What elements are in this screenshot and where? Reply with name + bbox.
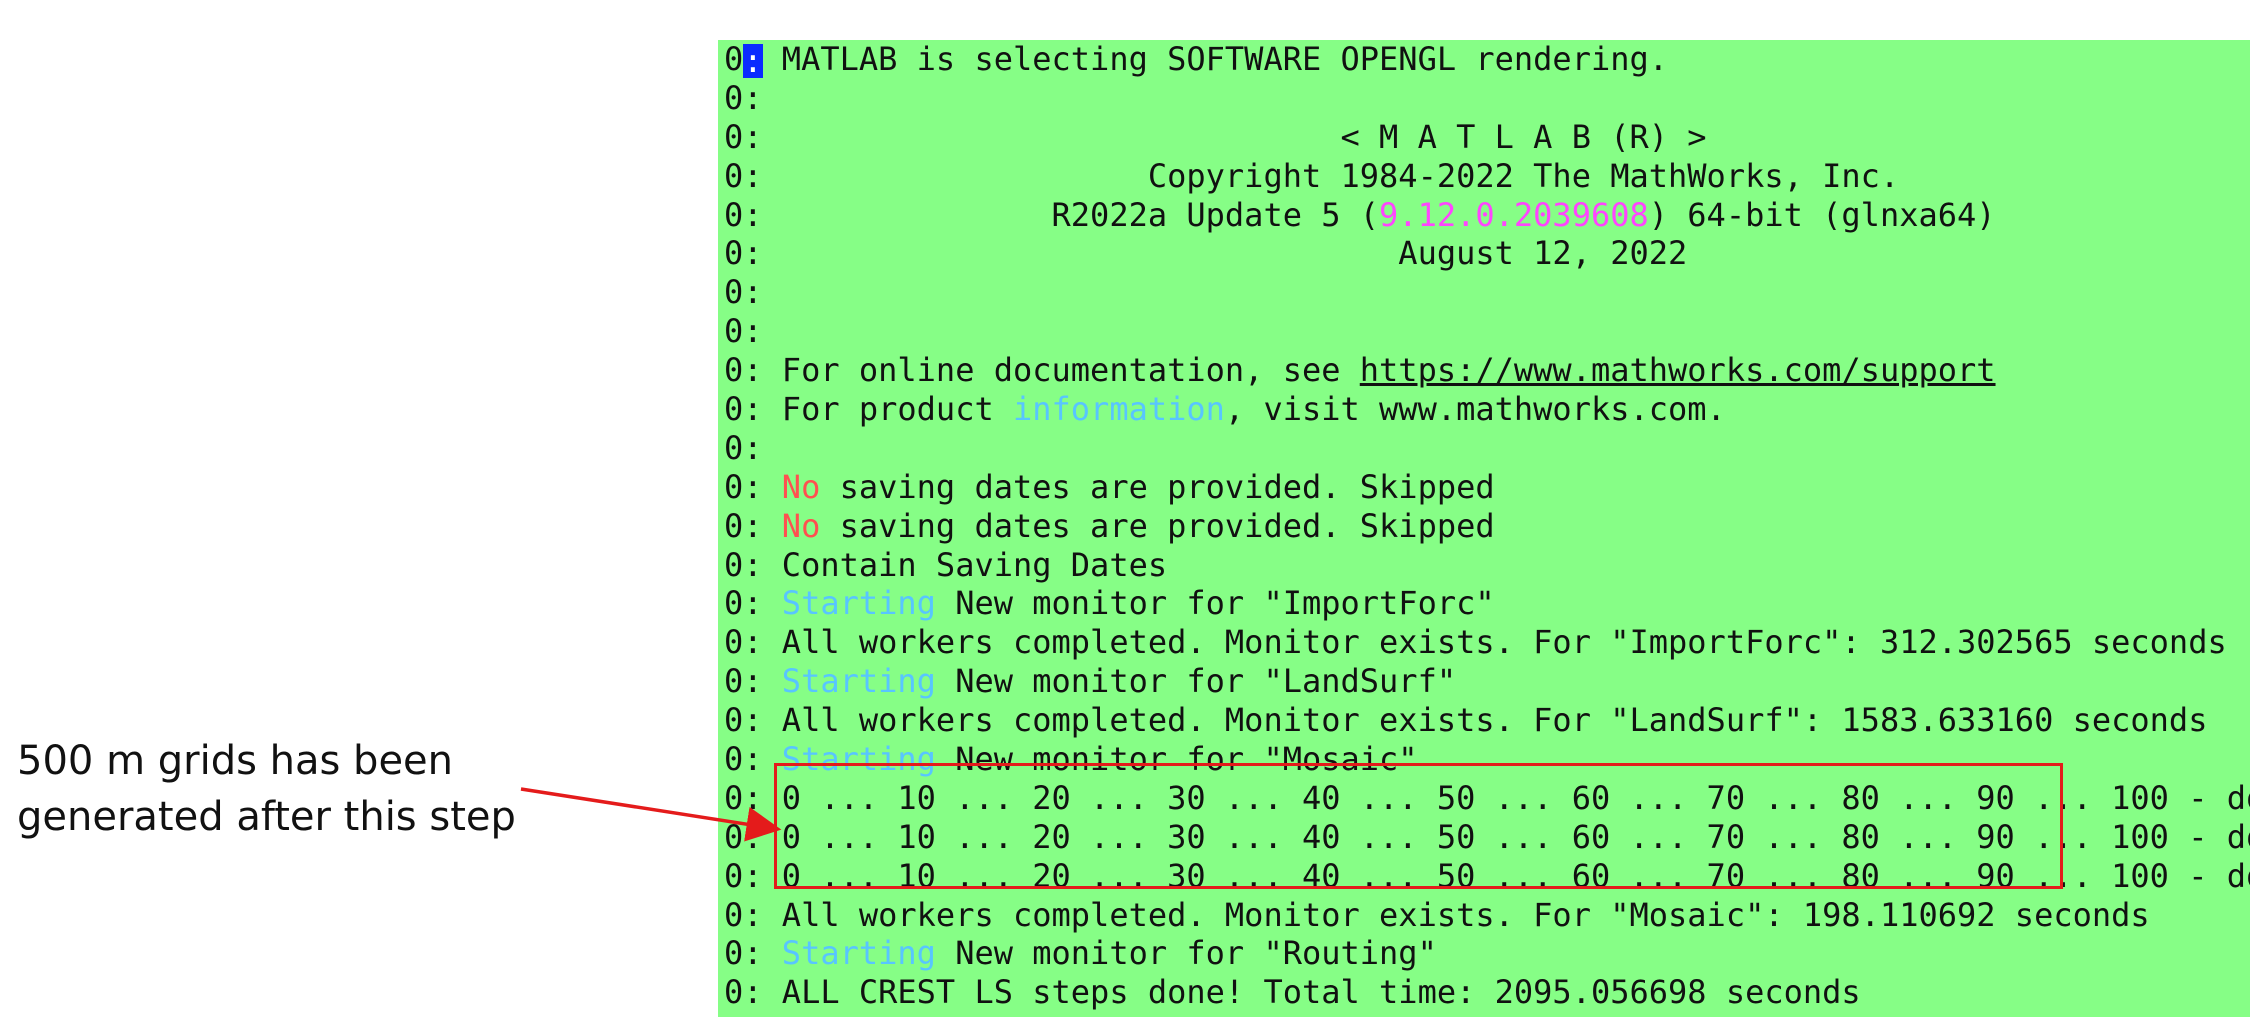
annotation-callout: 500 m grids has been generated after thi… [17,733,516,845]
line-prefix: 0 [724,40,744,78]
terminal-line: 0: Starting New monitor for "ImportForc" [724,584,2250,623]
highlight-box [774,763,2063,889]
line-text: , visit www.mathworks.com. [1224,390,1726,429]
line-text: All workers completed. Monitor exists. F… [762,623,2227,662]
line-text: saving dates are provided. Skipped [820,467,1495,506]
line-prefix: 0: [724,701,763,740]
line-text: Copyright 1984-2022 The MathWorks, Inc. [762,156,1900,195]
line-text: August 12, 2022 [762,234,1688,273]
terminal-line: 0: All workers completed. Monitor exists… [724,701,2250,740]
terminal-line: 0: Starting New monitor for "Routing" [724,934,2250,973]
annotation-line-2: generated after this step [17,794,516,840]
line-prefix: 0: [724,856,763,895]
line-text: < M A T L A B (R) > [762,117,1707,156]
line-prefix: 0: [724,273,763,312]
line-prefix: 0: [724,312,763,351]
terminal-line: 0: For product information, visit www.ma… [724,390,2250,429]
line-prefix: 0: [724,973,763,1012]
support-link[interactable]: https://www.mathworks.com/support [1360,351,1996,389]
terminal-line: 0: R2022a Update 5 (9.12.0.2039608) 64-b… [724,196,2250,235]
line-text: information [1012,390,1225,429]
line-text [763,468,782,506]
terminal-line: 0: [724,79,2250,118]
line-text: ) 64-bit (glnxa64) [1648,195,1996,234]
line-prefix: 0: [724,623,763,662]
line-prefix: 0: [724,740,763,779]
terminal-line: 0: [724,312,2250,351]
line-prefix: 0: [724,428,763,467]
line-text: Starting [781,662,936,701]
line-text: ALL CREST LS steps done! Total time: 209… [762,973,1861,1012]
terminal-line: 0: ALL CREST LS steps done! Total time: … [724,973,2250,1012]
line-prefix: 0: [724,662,763,701]
text-cursor: : [743,42,763,80]
terminal-line: 0: Copyright 1984-2022 The MathWorks, In… [724,157,2250,196]
line-text [763,934,782,972]
line-prefix: 0: [724,817,763,856]
line-text: R2022a Update 5 ( [762,195,1380,234]
line-prefix: 0: [724,506,763,545]
line-text: For online documentation, see [762,351,1360,390]
terminal-line: 0: Starting New monitor for "LandSurf" [724,662,2250,701]
terminal-line: 0: < M A T L A B (R) > [724,118,2250,157]
line-prefix: 0: [724,934,763,973]
line-text: New monitor for "LandSurf" [935,662,1457,701]
terminal-line: 0: Contain Saving Dates [724,546,2250,585]
line-text: Starting [781,934,936,973]
terminal-line: 0: MATLAB is selecting SOFTWARE OPENGL r… [724,40,2250,79]
line-text [763,507,782,545]
line-prefix: 0: [724,117,763,156]
line-text: No [781,506,821,545]
line-prefix: 0: [724,467,763,506]
line-prefix: 0: [724,390,763,429]
line-text: No [781,467,821,506]
terminal-line: 0: [724,273,2250,312]
line-text: MATLAB is selecting SOFTWARE OPENGL rend… [762,40,1669,78]
terminal-line: 0: No saving dates are provided. Skipped [724,507,2250,546]
line-text: Starting [781,584,936,623]
line-text: 9.12.0.2039608 [1379,195,1649,234]
line-prefix: 0: [724,545,763,584]
line-text: For product [762,390,1013,429]
line-prefix: 0: [724,895,763,934]
line-prefix: 0: [724,156,763,195]
line-text [763,584,782,622]
line-text: New monitor for "Routing" [935,934,1437,973]
line-text [763,662,782,700]
line-text: saving dates are provided. Skipped [820,506,1495,545]
line-prefix: 0: [724,78,763,117]
line-text: Contain Saving Dates [762,545,1168,584]
line-prefix: 0: [724,234,763,273]
line-text: New monitor for "ImportForc" [935,584,1495,623]
terminal-line: 0: No saving dates are provided. Skipped [724,468,2250,507]
annotation-line-1: 500 m grids has been [17,738,454,784]
terminal-line: 0: For online documentation, see https:/… [724,351,2250,390]
line-prefix: 0: [724,195,763,234]
line-prefix: 0: [724,584,763,623]
line-prefix: 0: [724,351,763,390]
line-prefix: 0: [724,778,763,817]
terminal-line: 0: All workers completed. Monitor exists… [724,896,2250,935]
line-text: All workers completed. Monitor exists. F… [762,701,2208,740]
terminal-line: 0: [724,429,2250,468]
terminal-line: 0: August 12, 2022 [724,234,2250,273]
terminal-line: 0: All workers completed. Monitor exists… [724,623,2250,662]
line-text: All workers completed. Monitor exists. F… [762,895,2150,934]
